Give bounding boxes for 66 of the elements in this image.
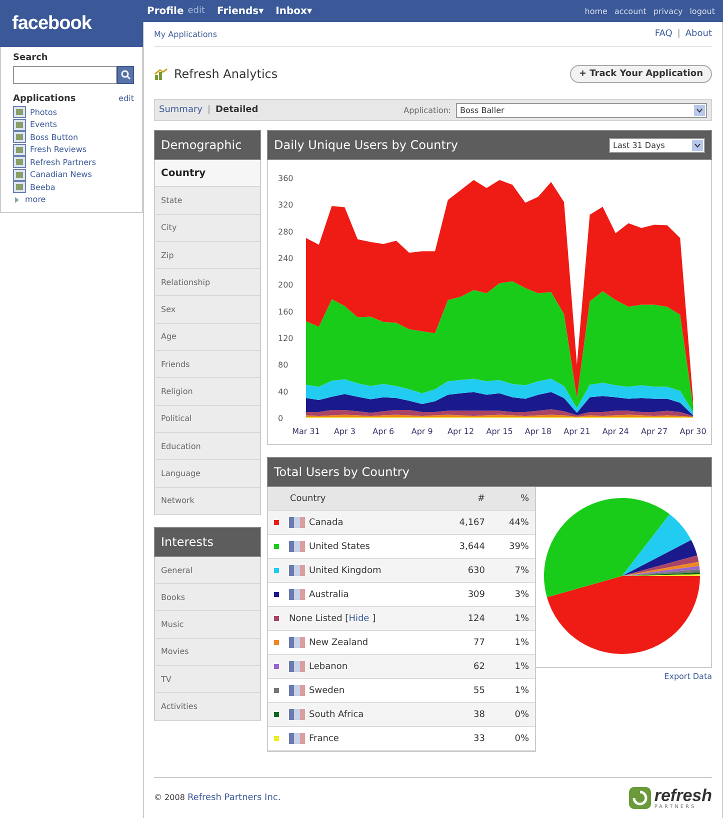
search-label: Search — [13, 53, 49, 63]
column-header: Country — [290, 494, 327, 504]
percent-cell-text: 1% — [514, 614, 530, 624]
count-cell-text: 309 — [466, 590, 485, 600]
country-name: None Listed [Hide ] — [289, 614, 377, 624]
x-tick-label: Apr 9 — [411, 427, 433, 436]
y-tick-label: 240 — [278, 254, 294, 263]
applications-label: Applications — [13, 94, 76, 104]
x-tick-label: Apr 30 — [680, 427, 706, 436]
y-tick-label: 160 — [278, 307, 294, 316]
page-title: Refresh Analytics — [174, 67, 278, 81]
count-cell-text: 77 — [472, 638, 485, 648]
x-tick-label: Apr 12 — [448, 427, 474, 436]
percent-cell-text: 1% — [514, 662, 530, 672]
percent-cell-text: 3% — [514, 590, 530, 600]
x-tick-label: Apr 27 — [641, 427, 668, 436]
panel-header: Demographic — [154, 130, 261, 160]
x-tick-label: Apr 18 — [524, 427, 552, 436]
percent-cell-text: 7% — [514, 566, 530, 576]
column-header: # — [476, 494, 485, 504]
percent-cell-text: 1% — [514, 686, 530, 696]
percent-cell-text: 44% — [508, 518, 530, 528]
country-name: Lebanon — [309, 662, 349, 672]
x-tick-label: Apr 3 — [334, 427, 356, 436]
count-cell-text: 62 — [472, 662, 485, 672]
country-name: New Zealand — [309, 638, 370, 648]
copyright-text: © 2008 Refresh Partners Inc. — [154, 793, 281, 803]
x-tick-label: Apr 15 — [486, 427, 513, 436]
percent-cell-text: 39% — [508, 542, 530, 552]
country-name: France — [309, 734, 340, 744]
y-tick-label: 0 — [278, 414, 284, 423]
y-tick-label: 120 — [278, 334, 294, 343]
application-label: Application: — [404, 106, 451, 114]
country-name: United Kingdom — [309, 566, 382, 576]
separator: | — [208, 105, 211, 115]
count-cell-text: 124 — [466, 614, 485, 624]
y-tick-label: 80 — [278, 360, 288, 370]
country-name: South Africa — [309, 710, 365, 720]
country-name: Australia — [309, 590, 350, 600]
country-name: Sweden — [309, 686, 346, 696]
panel-header: Total Users by Country — [267, 457, 712, 487]
y-tick-label: 200 — [278, 280, 294, 290]
chart-title: Daily Unique Users by Country — [274, 138, 458, 152]
y-tick-label: 40 — [278, 387, 288, 396]
count-cell-text: 33 — [472, 734, 485, 744]
y-tick-label: 360 — [278, 174, 294, 183]
separator: | — [677, 29, 680, 39]
y-tick-label: 320 — [278, 200, 294, 210]
count-cell-text: 3,644 — [458, 542, 485, 552]
y-tick-label: 280 — [278, 227, 294, 236]
percent-cell-text: 1% — [514, 638, 530, 648]
x-tick-label: Apr 24 — [602, 427, 629, 436]
x-tick-label: Apr 6 — [372, 427, 394, 436]
panel-header: Interests — [154, 526, 261, 557]
count-cell-text: 55 — [472, 686, 485, 696]
logo-text: refresh — [654, 786, 712, 804]
count-cell-text: 38 — [472, 710, 485, 720]
count-cell-text: 630 — [466, 566, 485, 576]
column-header: % — [519, 494, 530, 504]
percent-cell-text: 0% — [514, 710, 530, 720]
country-name: Canada — [309, 518, 344, 528]
percent-cell-text: 0% — [514, 734, 530, 744]
x-tick-label: Mar 31 — [292, 427, 320, 436]
count-cell-text: 4,167 — [458, 518, 485, 528]
country-name: United States — [309, 542, 371, 552]
x-tick-label: Apr 21 — [564, 427, 590, 436]
